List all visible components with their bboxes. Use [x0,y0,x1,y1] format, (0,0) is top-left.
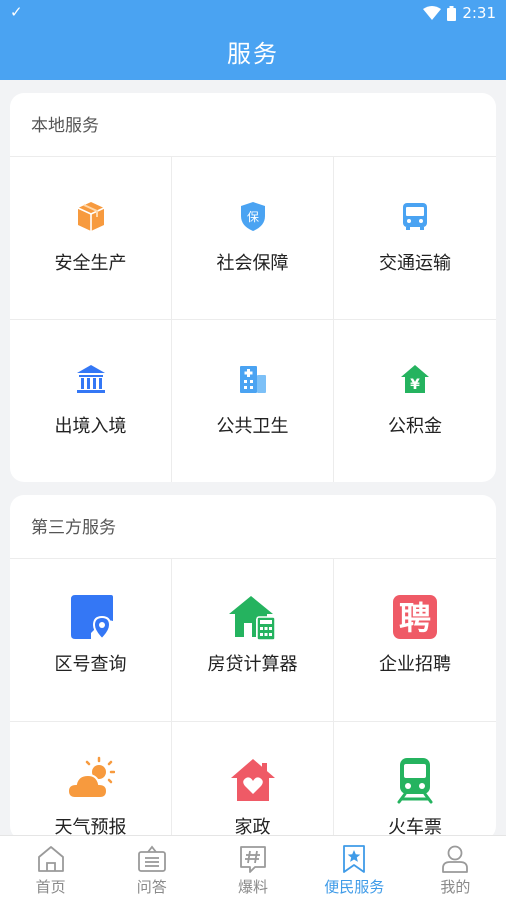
service-item-safety-production[interactable]: 安全生产 [10,157,172,320]
bookmark-star-icon [343,845,366,873]
tab-qa[interactable]: 问答 [101,836,202,900]
battery-icon [447,5,457,21]
service-label: 公积金 [388,416,442,437]
section-title-third-party: 第三方服务 [10,495,496,559]
page-title: 服务 [227,40,279,68]
service-item-transportation[interactable]: 交通运输 [334,157,496,320]
service-item-recruitment[interactable]: 聘 企业招聘 [334,559,496,722]
wifi-icon [423,6,442,20]
service-item-weather[interactable]: 天气预报 [10,722,172,840]
tab-home[interactable]: 首页 [0,836,101,900]
home-icon [37,846,64,872]
service-item-train-ticket[interactable]: 火车票 [334,722,496,840]
check-icon: ✓ [10,3,23,21]
tab-label: 爆料 [238,878,269,896]
section-title-local: 本地服务 [10,93,496,157]
map-pin-icon [70,595,113,641]
home-heart-icon [230,759,275,801]
service-label: 交通运输 [379,253,451,274]
local-services-card: 本地服务 安全生产 保 社会保障 交通运输 出境入境 公共卫生 ¥ 公积金 [10,93,496,482]
svg-text:¥: ¥ [410,377,420,393]
status-bar: ✓ 2:31 [0,0,506,26]
weather-icon [66,756,115,799]
service-item-social-security[interactable]: 保 社会保障 [172,157,334,320]
house-yuan-icon: ¥ [401,365,429,393]
qa-icon [137,845,166,872]
hospital-icon [239,366,266,393]
service-label: 出境入境 [54,416,127,437]
tab-convenience-services[interactable]: 便民服务 [304,836,405,900]
package-icon [77,202,104,231]
train-icon [397,758,433,804]
house-calculator-icon [228,596,276,641]
tab-label: 我的 [440,878,471,896]
tab-label: 问答 [136,878,167,896]
bank-building-icon [76,365,105,393]
status-time: 2:31 [462,4,496,22]
service-label: 区号查询 [54,654,127,675]
service-item-immigration[interactable]: 出境入境 [10,320,172,482]
tab-label: 首页 [35,878,66,896]
tab-label: 便民服务 [324,878,385,896]
hashtag-icon [240,846,266,873]
service-label: 社会保障 [216,253,289,274]
user-icon [442,845,469,873]
bottom-tab-bar: 首页 问答 爆料 便民服务 我的 [0,835,506,900]
service-item-housing-fund[interactable]: ¥ 公积金 [334,320,496,482]
bus-icon [403,203,427,230]
service-label: 企业招聘 [379,654,451,675]
service-item-public-health[interactable]: 公共卫生 [172,320,334,482]
shield-icon: 保 [240,202,265,231]
service-item-mortgage-calculator[interactable]: 房贷计算器 [172,559,334,722]
service-label: 公共卫生 [216,416,289,437]
service-label: 房贷计算器 [207,654,298,675]
service-item-area-code[interactable]: 区号查询 [10,559,172,722]
app-header: ✓ 2:31 服务 [0,0,506,80]
tab-mine[interactable]: 我的 [405,836,506,900]
svg-text:保: 保 [246,210,258,224]
tab-report[interactable]: 爆料 [202,836,303,900]
service-label: 安全生产 [54,253,127,274]
recruit-icon: 聘 [393,595,437,639]
svg-text:聘: 聘 [399,599,431,637]
service-item-housekeeping[interactable]: 家政 [172,722,334,840]
third-party-services-card: 第三方服务 区号查询 房贷计算器 聘 企业招聘 天气预报 家政 火车票 [10,495,496,840]
